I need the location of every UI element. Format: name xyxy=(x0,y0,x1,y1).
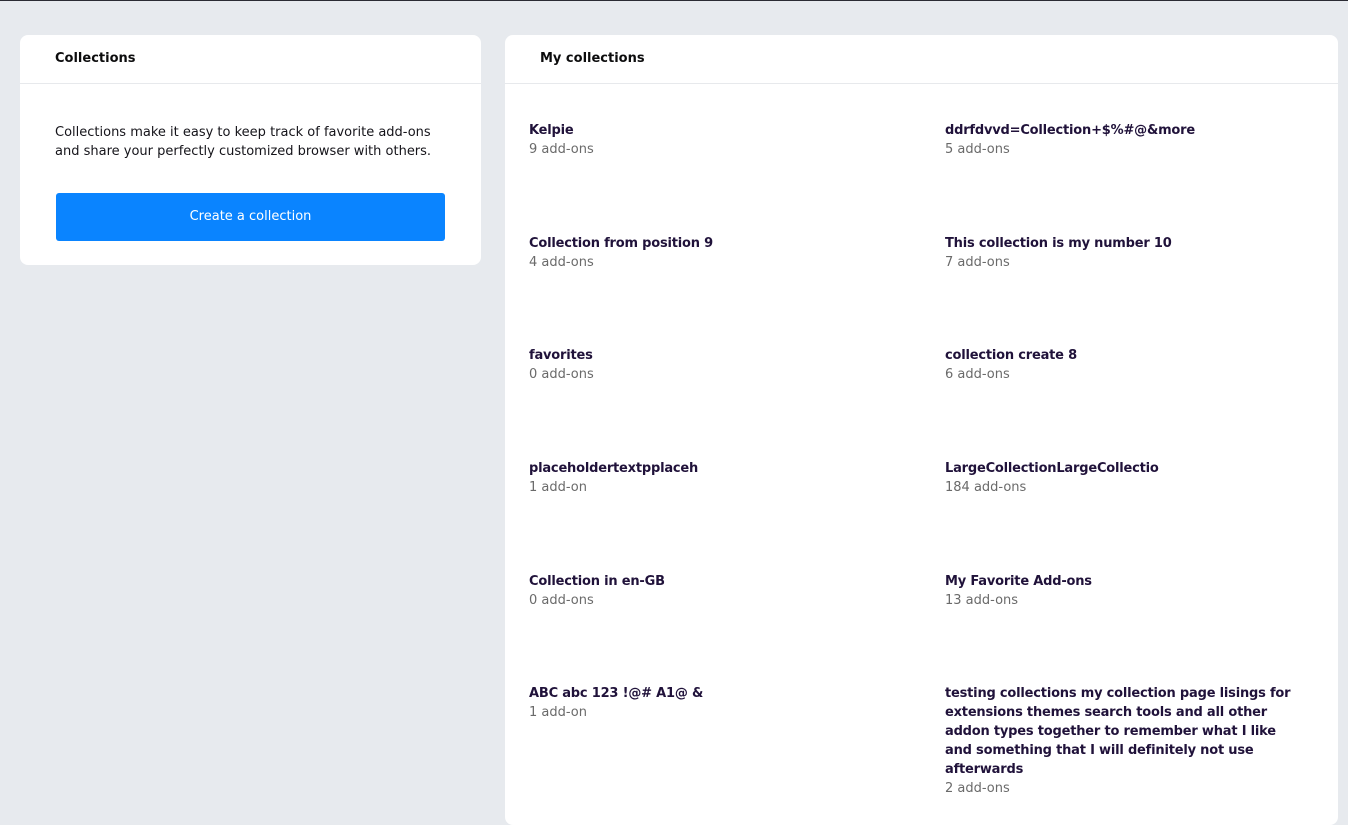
collection-addon-count: 184 add-ons xyxy=(945,480,1027,495)
collection-name[interactable]: LargeCollectionLargeCollectio xyxy=(945,459,1305,478)
collection-item[interactable]: This collection is my number 10 7 add-on… xyxy=(945,234,1305,272)
collection-addon-count: 0 add-ons xyxy=(529,367,594,382)
my-collections-header: My collections xyxy=(505,35,1338,84)
collection-name[interactable]: My Favorite Add-ons xyxy=(945,572,1305,591)
collection-name[interactable]: This collection is my number 10 xyxy=(945,234,1305,253)
collection-addon-count: 1 add-on xyxy=(529,705,587,720)
collection-item[interactable]: ddrfdvvd=Collection+$%#@&more 5 add-ons xyxy=(945,121,1305,159)
collection-name[interactable]: favorites xyxy=(529,346,889,365)
collection-name[interactable]: ABC abc 123 !@# A1@ & xyxy=(529,684,889,703)
collection-name[interactable]: Kelpie xyxy=(529,121,889,140)
collection-item[interactable]: collection create 8 6 add-ons xyxy=(945,346,1305,384)
collection-addon-count: 6 add-ons xyxy=(945,367,1010,382)
collection-name[interactable]: ddrfdvvd=Collection+$%#@&more xyxy=(945,121,1305,140)
collection-item[interactable]: ABC abc 123 !@# A1@ & 1 add-on xyxy=(529,684,889,722)
collection-item[interactable]: placeholdertextpplaceh 1 add-on xyxy=(529,459,889,497)
collection-addon-count: 4 add-ons xyxy=(529,255,594,270)
collection-addon-count: 1 add-on xyxy=(529,480,587,495)
collection-item[interactable]: LargeCollectionLargeCollectio 184 add-on… xyxy=(945,459,1305,497)
collection-item[interactable]: testing collections my collection page l… xyxy=(945,684,1305,798)
collections-info-card: Collections Collections make it easy to … xyxy=(20,35,481,265)
collection-addon-count: 13 add-ons xyxy=(945,593,1019,608)
collection-item[interactable]: Kelpie 9 add-ons xyxy=(529,121,889,159)
collection-addon-count: 5 add-ons xyxy=(945,142,1010,157)
collection-name[interactable]: Collection in en-GB xyxy=(529,572,889,591)
collection-name[interactable]: collection create 8 xyxy=(945,346,1305,365)
top-border xyxy=(0,0,1348,1)
create-collection-button[interactable]: Create a collection xyxy=(56,193,445,241)
collections-card-header: Collections xyxy=(20,35,481,84)
collection-name[interactable]: Collection from position 9 xyxy=(529,234,889,253)
collection-item[interactable]: Collection in en-GB 0 add-ons xyxy=(529,572,889,610)
collection-name[interactable]: placeholdertextpplaceh xyxy=(529,459,889,478)
collection-item[interactable]: favorites 0 add-ons xyxy=(529,346,889,384)
collections-intro-text: Collections make it easy to keep track o… xyxy=(55,125,432,159)
collection-addon-count: 2 add-ons xyxy=(945,781,1010,796)
my-collections-card: My collections Kelpie 9 add-ons ddrfdvvd… xyxy=(505,35,1338,825)
collection-addon-count: 7 add-ons xyxy=(945,255,1010,270)
collection-name[interactable]: testing collections my collection page l… xyxy=(945,684,1305,779)
collection-addon-count: 9 add-ons xyxy=(529,142,594,157)
collection-item[interactable]: My Favorite Add-ons 13 add-ons xyxy=(945,572,1305,610)
collection-item[interactable]: Collection from position 9 4 add-ons xyxy=(529,234,889,272)
collection-addon-count: 0 add-ons xyxy=(529,593,594,608)
